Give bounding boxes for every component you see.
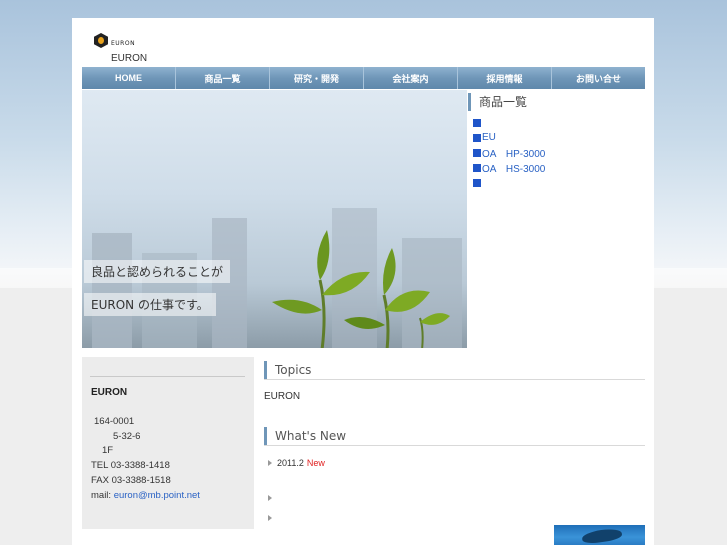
nav-research[interactable]: 研究・開発	[270, 67, 364, 89]
logo[interactable]: EURON	[94, 33, 135, 48]
nav-recruit[interactable]: 採用情報	[458, 67, 552, 89]
news-item[interactable]: 2011.2 New	[268, 458, 325, 468]
fax-number: FAX 03-3388-1518	[91, 475, 171, 486]
nav-products[interactable]: 商品一覧	[176, 67, 270, 89]
aquarium-banner[interactable]	[554, 525, 645, 545]
product-link[interactable]	[473, 115, 648, 130]
triangle-bullet-icon	[268, 515, 272, 521]
hero-caption-line2: EURON の仕事です。	[84, 293, 216, 316]
whats-new-title: What's New	[275, 429, 347, 443]
product-link[interactable]: EU	[473, 130, 648, 145]
square-bullet-icon	[473, 118, 481, 127]
building-shape	[212, 218, 247, 348]
address-line2: 1F	[102, 445, 114, 456]
nav-contact[interactable]: お問い合せ	[552, 67, 645, 89]
divider	[90, 376, 245, 377]
new-badge: New	[306, 458, 325, 468]
triangle-bullet-icon	[268, 495, 272, 501]
news-item[interactable]	[268, 515, 277, 521]
whats-new-header: What's New	[264, 426, 645, 446]
square-bullet-icon	[473, 178, 481, 187]
nav-company[interactable]: 会社案内	[364, 67, 458, 89]
square-bullet-icon	[473, 133, 481, 142]
company-name: EURON	[91, 387, 128, 398]
nav-home[interactable]: HOME	[82, 67, 176, 89]
product-link[interactable]	[473, 175, 648, 190]
square-bullet-icon	[473, 163, 481, 172]
topics-title: Topics	[275, 363, 312, 377]
site-name: EURON	[111, 53, 148, 64]
product-list-title: 商品一覧	[468, 93, 648, 111]
logo-wordmark: EURON	[111, 39, 136, 47]
product-link[interactable]: OA HS-3000	[473, 160, 648, 175]
sprout-illustration	[272, 230, 450, 348]
main-nav: HOME 商品一覧 研究・開発 会社案内 採用情報 お問い合せ	[82, 67, 645, 89]
logo-hex-icon	[94, 33, 108, 48]
topics-header: Topics	[264, 360, 645, 380]
hero-caption-line1: 良品と認められることが	[84, 260, 231, 283]
topics-text: EURON	[264, 391, 301, 402]
product-list-panel: 商品一覧 EU OA HP-3000 OA HS-3000	[468, 93, 648, 190]
mail-link[interactable]: euron@mb.point.net	[114, 490, 200, 501]
fish-silhouette	[581, 527, 623, 545]
building-shape	[92, 233, 132, 348]
mail-row: mail: euron@mb.point.net	[91, 490, 200, 501]
product-link[interactable]: OA HP-3000	[473, 145, 648, 160]
news-date: 2011.2	[277, 458, 304, 468]
tel-number: TEL 03-3388-1418	[91, 460, 170, 471]
hero-image: 良品と認められることが EURON の仕事です。	[82, 90, 467, 348]
company-info-box: EURON 164-0001 5-32-6 1F TEL 03-3388-141…	[82, 357, 254, 529]
square-bullet-icon	[473, 148, 481, 157]
page-container: EURON EURON HOME 商品一覧 研究・開発 会社案内 採用情報 お問…	[72, 18, 654, 545]
triangle-bullet-icon	[268, 460, 272, 466]
postal-code: 164-0001	[94, 416, 135, 427]
address-line1: 5-32-6	[113, 431, 141, 442]
news-item[interactable]	[268, 495, 277, 501]
